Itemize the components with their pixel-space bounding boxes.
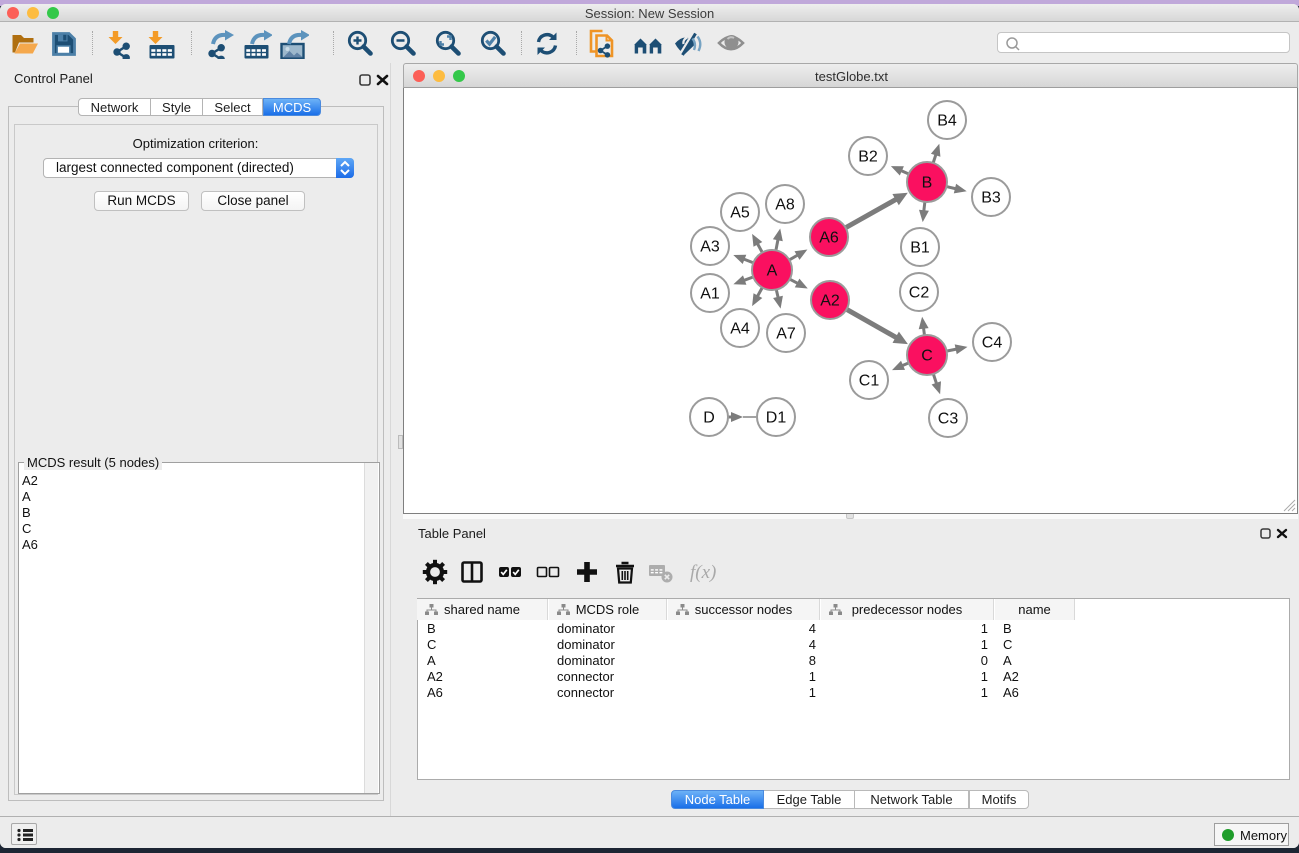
svg-text:A2: A2 <box>820 293 840 310</box>
svg-text:B3: B3 <box>981 190 1001 207</box>
svg-text:f(x): f(x) <box>690 562 716 583</box>
svg-text:C1: C1 <box>859 373 880 390</box>
svg-text:B1: B1 <box>910 240 930 257</box>
svg-text:A8: A8 <box>775 197 795 214</box>
svg-text:A4: A4 <box>730 321 750 338</box>
svg-text:C3: C3 <box>938 411 959 428</box>
svg-text:B4: B4 <box>937 113 957 130</box>
svg-text:C: C <box>921 348 933 365</box>
svg-text:D: D <box>703 410 715 427</box>
svg-text:A7: A7 <box>776 326 796 343</box>
svg-text:A1: A1 <box>700 286 720 303</box>
svg-text:A6: A6 <box>819 230 839 247</box>
svg-text:A5: A5 <box>730 205 750 222</box>
svg-text:D1: D1 <box>766 410 787 427</box>
svg-text:A: A <box>767 263 778 280</box>
svg-text:B2: B2 <box>858 149 878 166</box>
svg-text:C2: C2 <box>909 285 930 302</box>
svg-text:B: B <box>922 175 933 192</box>
svg-text:A3: A3 <box>700 239 720 256</box>
svg-text:C4: C4 <box>982 335 1003 352</box>
